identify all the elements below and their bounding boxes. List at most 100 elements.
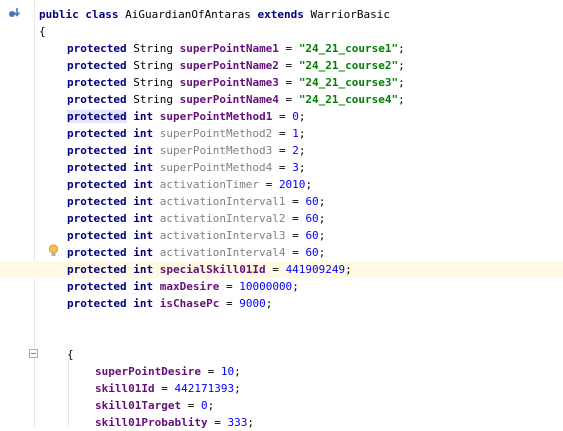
code-token: 333 bbox=[227, 416, 248, 429]
code-line[interactable]: protected String superPointName2 = "24_2… bbox=[0, 57, 563, 74]
code-line[interactable]: protected int isChasePc = 9000; bbox=[0, 295, 563, 312]
code-line[interactable]: { bbox=[0, 23, 563, 40]
code-token: ; bbox=[292, 280, 299, 293]
code-line[interactable]: protected String superPointName4 = "24_2… bbox=[0, 91, 563, 108]
code-token: superPointName3 bbox=[179, 76, 279, 89]
code-token: 60 bbox=[305, 212, 319, 225]
code-line[interactable]: protected int maxDesire = 10000000; bbox=[0, 278, 563, 295]
code-token: protected int bbox=[67, 178, 160, 191]
code-token: = bbox=[272, 110, 293, 123]
code-token: ; bbox=[298, 110, 306, 123]
code-token: ; bbox=[305, 178, 313, 191]
code-token: AiGuardianOfAntaras bbox=[125, 8, 258, 21]
code-line-text: public class AiGuardianOfAntaras extends… bbox=[39, 6, 390, 23]
code-token: 1 bbox=[292, 127, 299, 140]
code-token: protected bbox=[67, 76, 134, 89]
code-line[interactable] bbox=[0, 312, 563, 329]
code-token: protected bbox=[67, 59, 134, 72]
code-line[interactable]: public class AiGuardianOfAntaras extends… bbox=[0, 6, 563, 23]
code-token: superPointMethod2 bbox=[159, 127, 273, 140]
code-token: protected bbox=[67, 42, 134, 55]
code-token: protected int bbox=[67, 144, 160, 157]
code-line-text: protected String superPointName4 = "24_2… bbox=[67, 91, 405, 108]
code-token: protected int bbox=[67, 246, 160, 259]
code-line-text: protected int activationInterval4 = 60; bbox=[67, 244, 325, 261]
code-token: protected int bbox=[67, 229, 160, 242]
code-token: maxDesire bbox=[159, 280, 220, 293]
code-token: ; bbox=[265, 297, 273, 310]
code-line[interactable]: protected String superPointName1 = "24_2… bbox=[0, 40, 563, 57]
code-token: 9000 bbox=[239, 297, 266, 310]
code-token: superPointName2 bbox=[179, 59, 279, 72]
code-line[interactable]: skill01Probablity = 333; bbox=[0, 414, 563, 431]
code-line[interactable]: protected String superPointName3 = "24_2… bbox=[0, 74, 563, 91]
code-token: superPointMethod1 bbox=[159, 110, 273, 123]
code-token: = bbox=[181, 399, 201, 412]
code-line[interactable] bbox=[0, 329, 563, 346]
code-token: protected bbox=[67, 110, 127, 123]
code-token: protected int bbox=[67, 297, 160, 310]
code-line[interactable]: protected int activationInterval1 = 60; bbox=[0, 193, 563, 210]
code-line[interactable]: superPointDesire = 10; bbox=[0, 363, 563, 380]
code-line-text: skill01Probablity = 333; bbox=[95, 414, 254, 431]
code-token: extends bbox=[257, 8, 311, 21]
code-line[interactable]: protected int superPointMethod3 = 2; bbox=[0, 142, 563, 159]
code-line-text: protected int activationTimer = 2010; bbox=[67, 176, 312, 193]
code-line[interactable]: protected int activationInterval4 = 60; bbox=[0, 244, 563, 261]
code-token: activationTimer bbox=[159, 178, 260, 191]
code-token: protected int bbox=[67, 195, 160, 208]
code-token: ; bbox=[318, 229, 326, 242]
code-token: = bbox=[207, 416, 228, 429]
code-token: = bbox=[278, 59, 299, 72]
code-token: ; bbox=[398, 93, 405, 106]
code-line-text: protected int superPointMethod2 = 1; bbox=[67, 125, 305, 142]
code-line-text: { bbox=[39, 23, 46, 40]
code-line[interactable]: protected int activationTimer = 2010; bbox=[0, 176, 563, 193]
code-line[interactable]: protected int superPointMethod1 = 0; bbox=[0, 108, 563, 125]
code-token: 3 bbox=[292, 161, 299, 174]
code-line-text: protected String superPointName3 = "24_2… bbox=[67, 74, 405, 91]
code-token: String bbox=[133, 59, 180, 72]
code-token: = bbox=[278, 93, 299, 106]
code-line-text: protected int activationInterval2 = 60; bbox=[67, 210, 325, 227]
code-line-text: skill01Id = 442171393; bbox=[95, 380, 241, 397]
code-token: ; bbox=[234, 365, 241, 378]
code-line-text: protected int superPointMethod1 = 0; bbox=[67, 108, 305, 125]
code-token: 10000000 bbox=[239, 280, 293, 293]
code-token: = bbox=[259, 178, 279, 191]
code-line[interactable]: protected int activationInterval2 = 60; bbox=[0, 210, 563, 227]
code-line[interactable]: protected int activationInterval3 = 60; bbox=[0, 227, 563, 244]
code-token: = bbox=[285, 246, 306, 259]
code-token: WarriorBasic bbox=[310, 8, 391, 21]
code-token: int bbox=[126, 110, 160, 123]
code-token: activationInterval4 bbox=[159, 246, 286, 259]
code-token: public class bbox=[39, 8, 126, 21]
code-token: = bbox=[272, 161, 293, 174]
code-token: { bbox=[67, 348, 74, 361]
code-token: 442171393 bbox=[174, 382, 235, 395]
code-line[interactable]: protected int superPointMethod2 = 1; bbox=[0, 125, 563, 142]
code-token: 2010 bbox=[278, 178, 306, 191]
code-line[interactable]: skill01Id = 442171393; bbox=[0, 380, 563, 397]
code-line[interactable]: protected int superPointMethod4 = 3; bbox=[0, 159, 563, 176]
code-line-text: superPointDesire = 10; bbox=[95, 363, 241, 380]
code-token: 60 bbox=[305, 229, 319, 242]
code-line-text: protected String superPointName2 = "24_2… bbox=[67, 57, 405, 74]
code-token: superPointDesire bbox=[95, 365, 201, 378]
code-line-text: protected int activationInterval1 = 60; bbox=[67, 193, 325, 210]
code-line-text: protected String superPointName1 = "24_2… bbox=[67, 40, 405, 57]
code-line-text: protected int superPointMethod3 = 2; bbox=[67, 142, 305, 159]
code-token: ; bbox=[345, 263, 352, 276]
code-token: = bbox=[285, 229, 306, 242]
code-token: protected int bbox=[67, 280, 160, 293]
code-token: = bbox=[154, 382, 175, 395]
code-token: protected int bbox=[67, 212, 160, 225]
code-token: = bbox=[200, 365, 221, 378]
code-line-text: skill01Target = 0; bbox=[95, 397, 214, 414]
code-token: String bbox=[133, 93, 180, 106]
code-line[interactable]: protected int specialSkill01Id = 4419092… bbox=[0, 261, 563, 278]
code-token: isChasePc bbox=[159, 297, 220, 310]
code-line[interactable]: { bbox=[0, 346, 563, 363]
code-token: ; bbox=[298, 144, 306, 157]
code-line[interactable]: skill01Target = 0; bbox=[0, 397, 563, 414]
